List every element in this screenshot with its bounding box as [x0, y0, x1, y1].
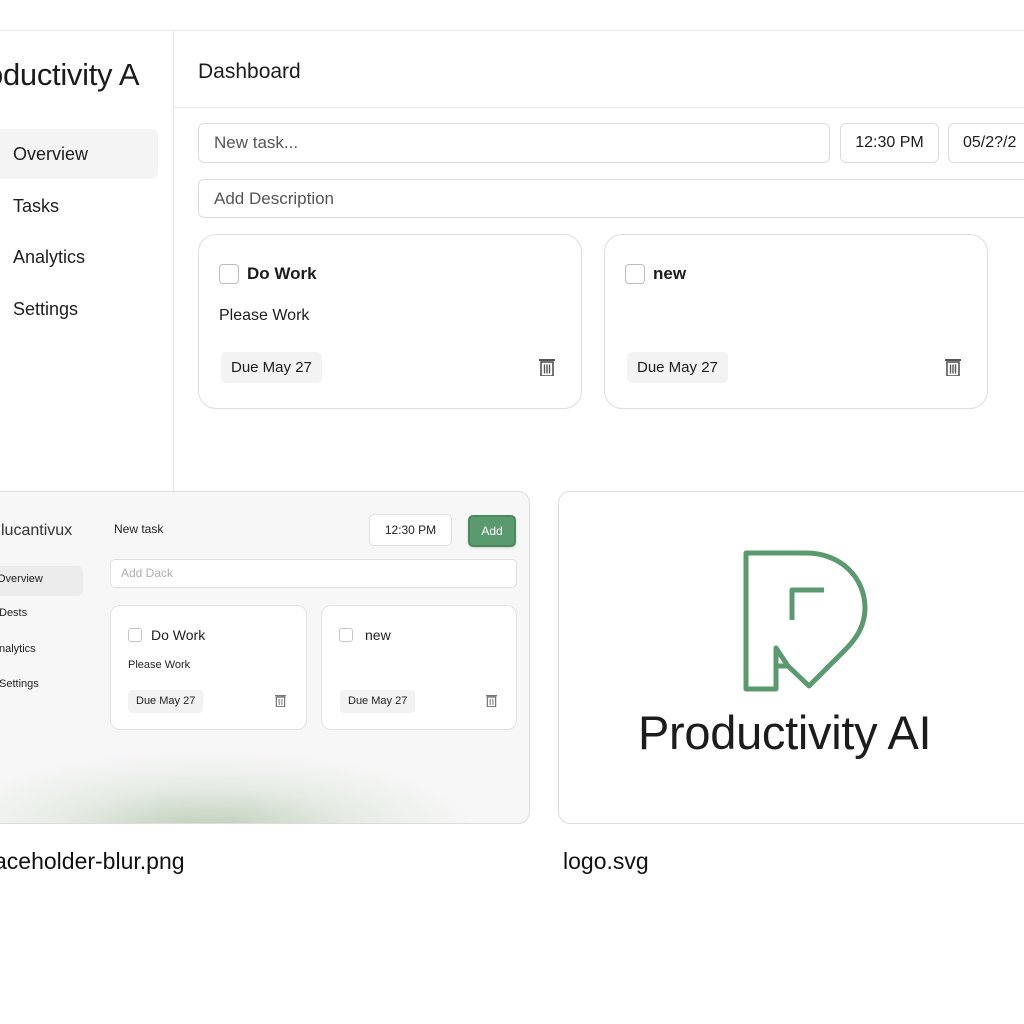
preview-description-field: Add Dack [110, 559, 517, 588]
trash-icon[interactable] [539, 358, 555, 376]
task-title: Do Work [247, 264, 317, 283]
page-title: Dashboard [198, 60, 301, 83]
trash-icon[interactable] [945, 358, 961, 376]
placeholder-preview: lucantivux Overview Dests nalytics Setti… [0, 491, 530, 824]
preview-nav-overview: Overview [0, 573, 43, 585]
task-description: Please Work [219, 307, 310, 324]
preview-task-title: new [365, 627, 391, 643]
task-checkbox[interactable] [625, 264, 645, 284]
due-date-badge: Due May 27 [627, 352, 728, 383]
preview-nav-dests: Dests [0, 607, 28, 619]
logo-wordmark: Productivity AI [638, 706, 932, 759]
preview-trash-icon [486, 695, 497, 707]
sidebar: oductivity A Overview Tasks Analytics Se… [0, 31, 174, 492]
preview-checkbox [128, 628, 142, 642]
app-window: oductivity A Overview Tasks Analytics Se… [0, 30, 1024, 492]
placeholder-filename: aceholder-blur.png [0, 848, 185, 874]
preview-checkbox [339, 628, 353, 642]
task-card: Do Work Please Work Due May 27 [198, 234, 582, 409]
brand-name: oductivity A [0, 57, 140, 92]
logo-filename: logo.svg [563, 848, 649, 874]
time-field[interactable]: 12:30 PM [840, 123, 939, 163]
preview-task-card: Do Work Please Work Due May 27 [110, 605, 307, 730]
preview-due-badge: Due May 27 [340, 690, 416, 713]
logo-preview: Productivity AI [558, 491, 1024, 824]
sidebar-item-overview[interactable]: Overview [0, 129, 158, 179]
preview-time-field: 12:30 PM [369, 514, 452, 546]
preview-new-task: New task [114, 522, 164, 536]
productivity-logo-icon [743, 550, 868, 692]
sidebar-item-settings[interactable]: Settings [0, 284, 158, 334]
sidebar-item-analytics[interactable]: Analytics [0, 232, 158, 282]
due-date-badge: Due May 27 [221, 352, 322, 383]
task-checkbox[interactable] [219, 264, 239, 284]
preview-task-description: Please Work [128, 659, 191, 671]
preview-trash-icon [275, 695, 286, 707]
date-field[interactable]: 05/2?/2 [948, 123, 1024, 163]
task-title: new [653, 264, 687, 283]
preview-brand: lucantivux [1, 522, 73, 539]
preview-task-title: Do Work [151, 627, 206, 643]
task-card: new Due May 27 [604, 234, 988, 409]
blur-gradient [0, 753, 471, 823]
preview-nav-settings: Settings [0, 678, 39, 690]
sidebar-item-tasks[interactable]: Tasks [0, 181, 158, 231]
preview-add-button: Add [468, 515, 516, 547]
preview-due-badge: Due May 27 [128, 690, 204, 713]
preview-nav-analytics: nalytics [0, 643, 36, 655]
new-task-input[interactable] [198, 123, 830, 163]
preview-task-card: new Due May 27 [321, 605, 517, 730]
description-input[interactable] [198, 179, 1024, 218]
header: Dashboard [174, 31, 1024, 108]
